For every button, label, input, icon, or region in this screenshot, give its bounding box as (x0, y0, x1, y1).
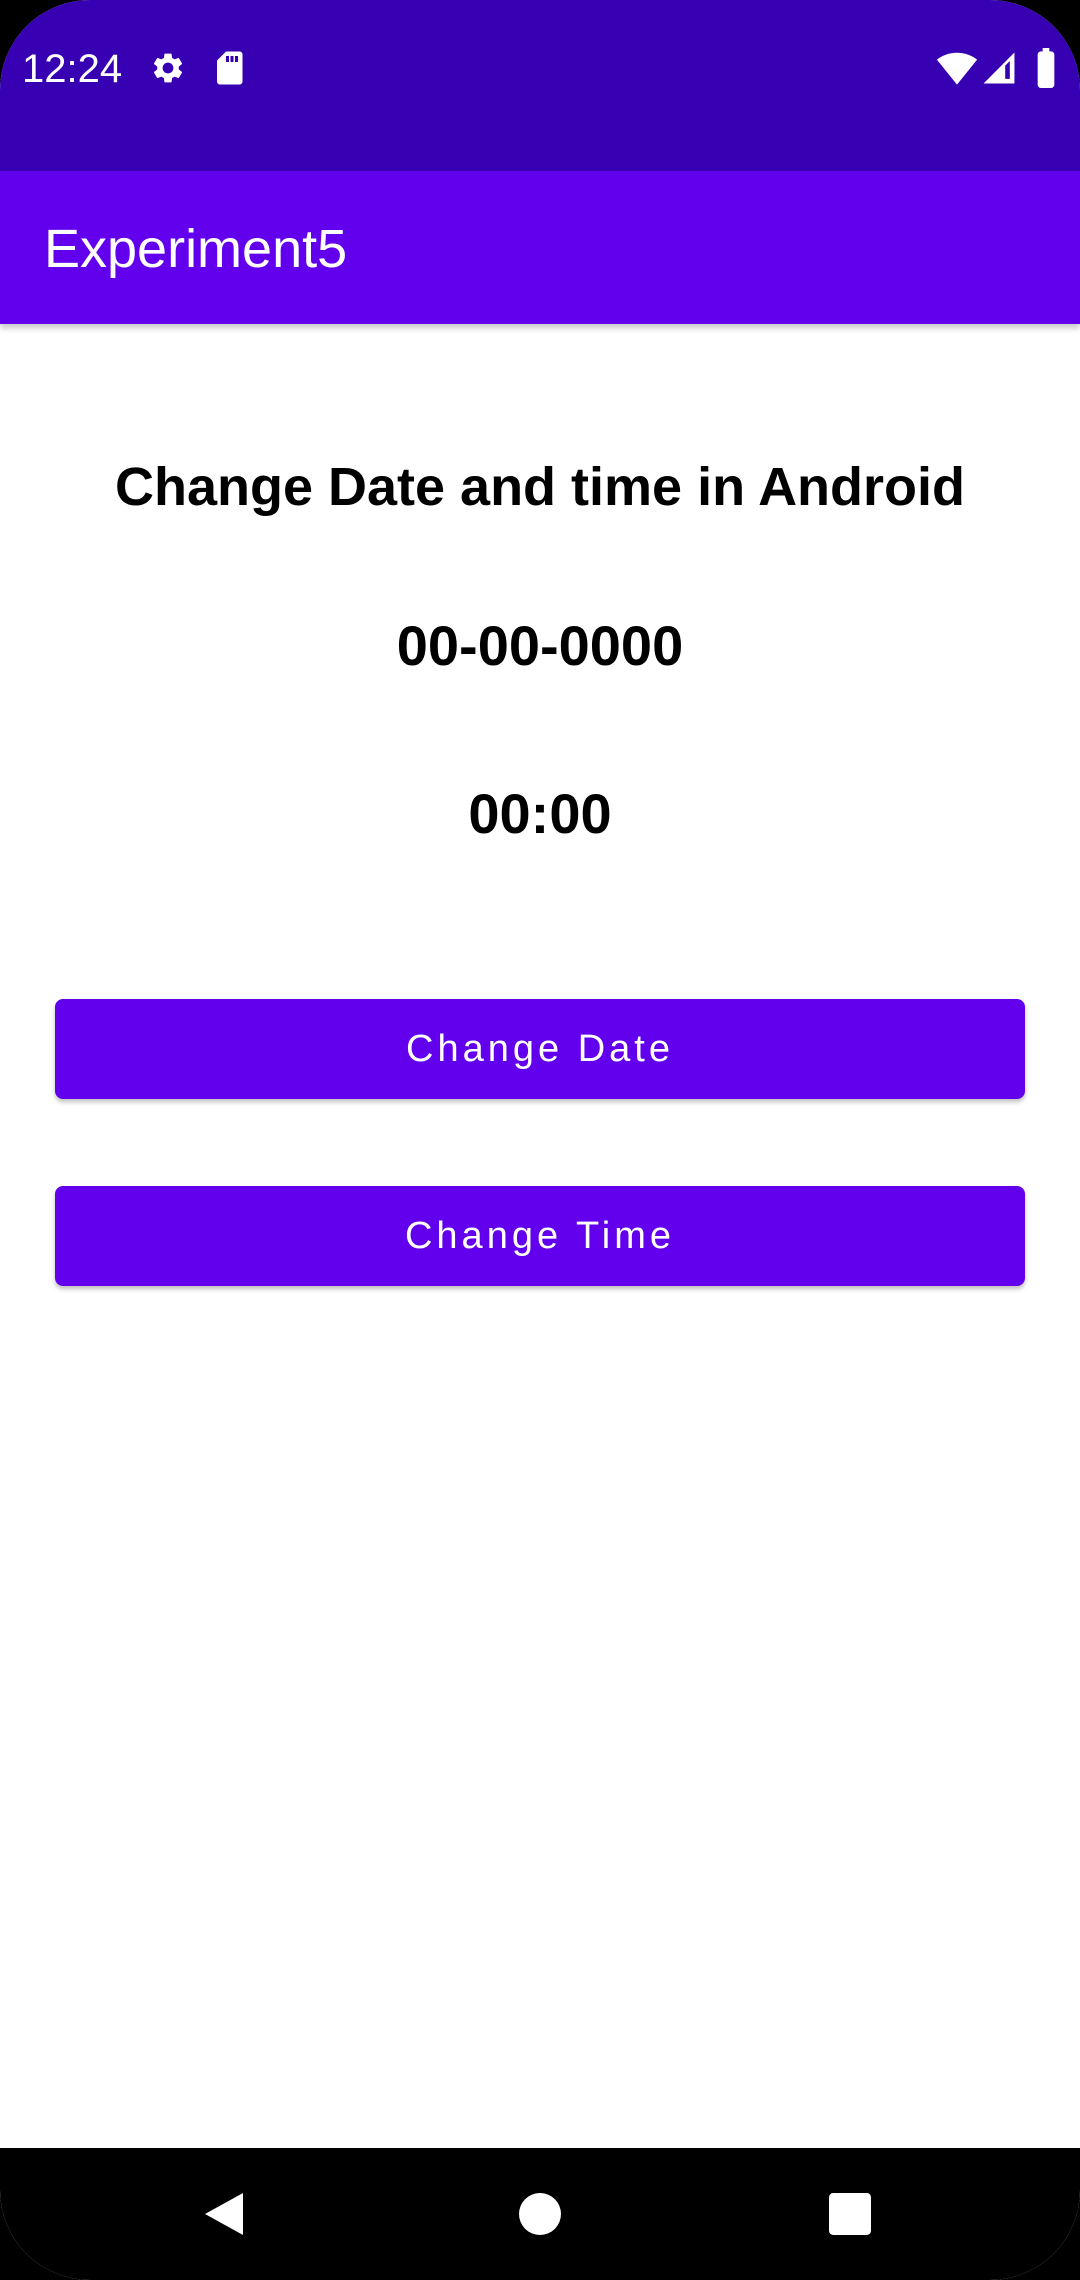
status-time: 12:24 (22, 47, 123, 91)
sd-card-icon (217, 51, 243, 85)
page-heading: Change Date and time in Android (114, 457, 966, 517)
settings-icon (153, 53, 183, 83)
time-display: 00:00 (468, 782, 612, 845)
change-time-button[interactable]: Change Time (55, 1186, 1025, 1286)
home-icon (519, 2193, 561, 2235)
app-bar: Experiment5 (0, 171, 1080, 324)
nav-back-button[interactable] (145, 2148, 305, 2280)
nav-home-button[interactable] (460, 2148, 620, 2280)
nav-recents-button[interactable] (770, 2148, 930, 2280)
back-icon (205, 2193, 243, 2235)
recents-icon (829, 2193, 871, 2235)
date-display: 00-00-0000 (396, 614, 684, 677)
status-bar: 12:24 (0, 0, 1080, 171)
wifi-icon (936, 52, 978, 85)
app-screen: 12:24 Experiment5 Change Date and time i… (0, 0, 1080, 2280)
cellular-signal-icon (983, 52, 1015, 84)
app-title: Experiment5 (44, 219, 348, 279)
navigation-bar (0, 2148, 1080, 2280)
change-date-button[interactable]: Change Date (55, 999, 1025, 1099)
battery-icon (1037, 48, 1055, 88)
